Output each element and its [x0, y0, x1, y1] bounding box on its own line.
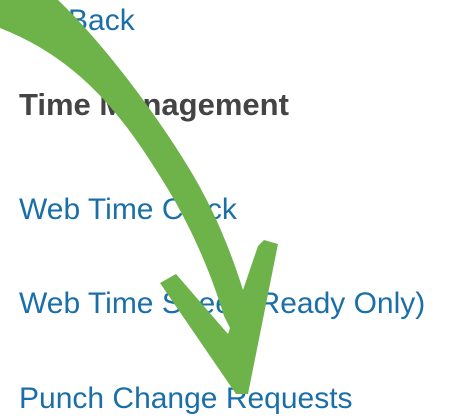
section-heading: Time Management [19, 87, 289, 122]
menu-item-web-time-clock[interactable]: Web Time Clock [19, 192, 237, 228]
arrow-shaft [0, 0, 252, 334]
back-link[interactable]: Back [68, 3, 135, 39]
menu-item-punch-change-requests[interactable]: Punch Change Requests [19, 381, 353, 417]
menu-item-web-time-sheet[interactable]: Web Time Sheet (Ready Only) [19, 286, 425, 322]
time-management-menu: Back Time Management Web Time Clock Web … [0, 0, 471, 420]
